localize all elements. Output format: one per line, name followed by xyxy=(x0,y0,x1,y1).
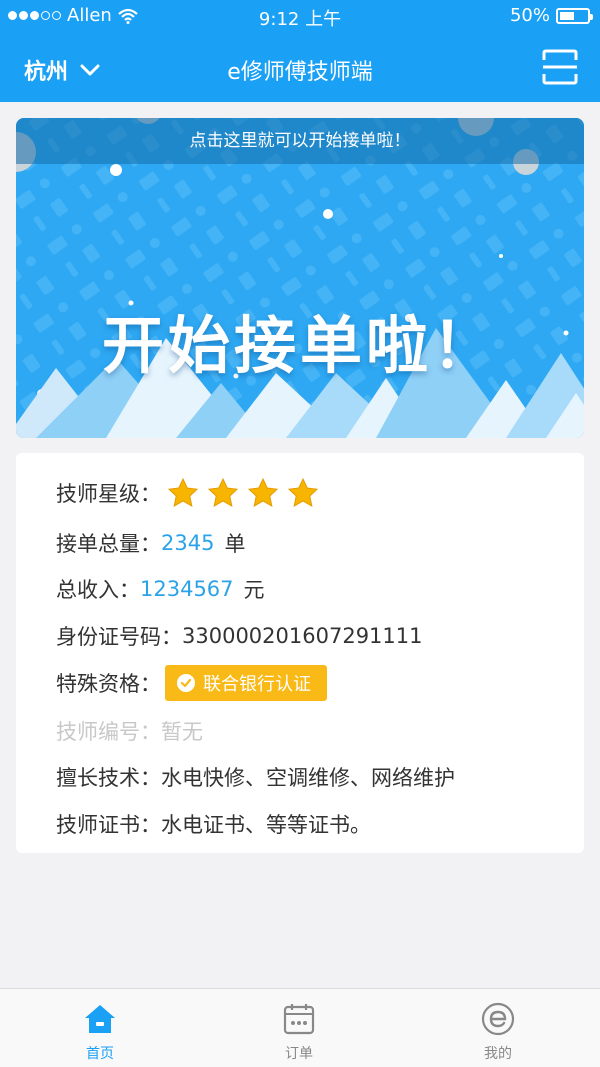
status-bar: Allen 9:12 上午 50% xyxy=(0,0,600,32)
star-icon xyxy=(167,477,199,507)
tech-number-row: 技师编号： 暂无 xyxy=(56,713,203,749)
income-value: 1234567 xyxy=(140,577,234,601)
orders-row: 接单总量： 2345 单 xyxy=(56,525,245,561)
scan-icon[interactable] xyxy=(542,49,578,85)
star-icon xyxy=(247,477,279,507)
skills-value: 水电快修、空调维修、网络维护 xyxy=(161,766,455,790)
check-circle-icon xyxy=(177,674,195,692)
banner-hint: 点击这里就可以开始接单啦！ xyxy=(16,118,584,164)
app-screen: Allen 9:12 上午 50% 杭州 e修师傅技师端 点击这里就可以开始接单… xyxy=(0,0,600,1067)
battery-icon xyxy=(556,7,593,24)
battery-percent: 50% xyxy=(509,5,550,26)
technician-info-card: 技师星级： 接单总量： 2345 单 总收入： 1234567 元 身份证号码：… xyxy=(16,453,584,853)
star-icon xyxy=(207,477,239,507)
star-icon xyxy=(287,477,319,507)
certificates-label: 技师证书： xyxy=(56,813,161,837)
certificates-row: 技师证书： 水电证书、等等证书。 xyxy=(56,806,371,842)
income-label: 总收入： xyxy=(56,578,140,602)
tab-bar: 首页 订单 我的 xyxy=(0,988,600,1067)
rating-row: 技师星级： xyxy=(56,475,319,511)
banner-headline: 开始接单啦！ xyxy=(101,309,498,382)
star-rating xyxy=(167,477,319,509)
tab-orders-label: 订单 xyxy=(285,1046,313,1062)
skills-label: 擅长技术： xyxy=(56,766,161,790)
page-title: e修师傅技师端 xyxy=(227,60,373,85)
status-right: 50% xyxy=(509,5,593,26)
e-logo-icon xyxy=(481,1002,515,1036)
home-icon xyxy=(85,1005,115,1033)
tech-number-label: 技师编号： xyxy=(56,720,161,744)
certificates-value: 水电证书、等等证书。 xyxy=(161,813,371,837)
calendar-icon xyxy=(283,1004,315,1035)
income-unit: 元 xyxy=(243,578,265,602)
certification-badge: 联合银行认证 xyxy=(165,665,327,701)
skills-row: 擅长技术： 水电快修、空调维修、网络维护 xyxy=(56,759,455,795)
tech-number-value: 暂无 xyxy=(161,720,203,744)
tab-mine[interactable]: 我的 xyxy=(448,1001,548,1063)
tab-home-label: 首页 xyxy=(86,1046,114,1062)
tab-orders[interactable]: 订单 xyxy=(249,1001,349,1063)
start-orders-banner[interactable]: 点击这里就可以开始接单啦！ 开始接单啦！ xyxy=(16,118,584,438)
qualification-row: 特殊资格： 联合银行认证 xyxy=(56,665,327,701)
qualification-label: 特殊资格： xyxy=(56,672,161,696)
tab-mine-label: 我的 xyxy=(484,1046,512,1062)
income-row: 总收入： 1234567 元 xyxy=(56,571,265,607)
orders-label: 接单总量： xyxy=(56,532,161,556)
nav-bar: 杭州 e修师傅技师端 xyxy=(0,32,600,102)
orders-unit: 单 xyxy=(224,532,246,556)
tab-home[interactable]: 首页 xyxy=(50,1001,150,1063)
orders-value: 2345 xyxy=(161,531,215,555)
id-number-value: 330000201607291111 xyxy=(182,624,423,648)
id-number-label: 身份证号码： xyxy=(56,625,182,649)
rating-label: 技师星级： xyxy=(56,482,161,506)
certification-badge-label: 联合银行认证 xyxy=(203,674,311,695)
banner-illustration xyxy=(16,118,584,438)
id-number-row: 身份证号码： 330000201607291111 xyxy=(56,618,423,654)
